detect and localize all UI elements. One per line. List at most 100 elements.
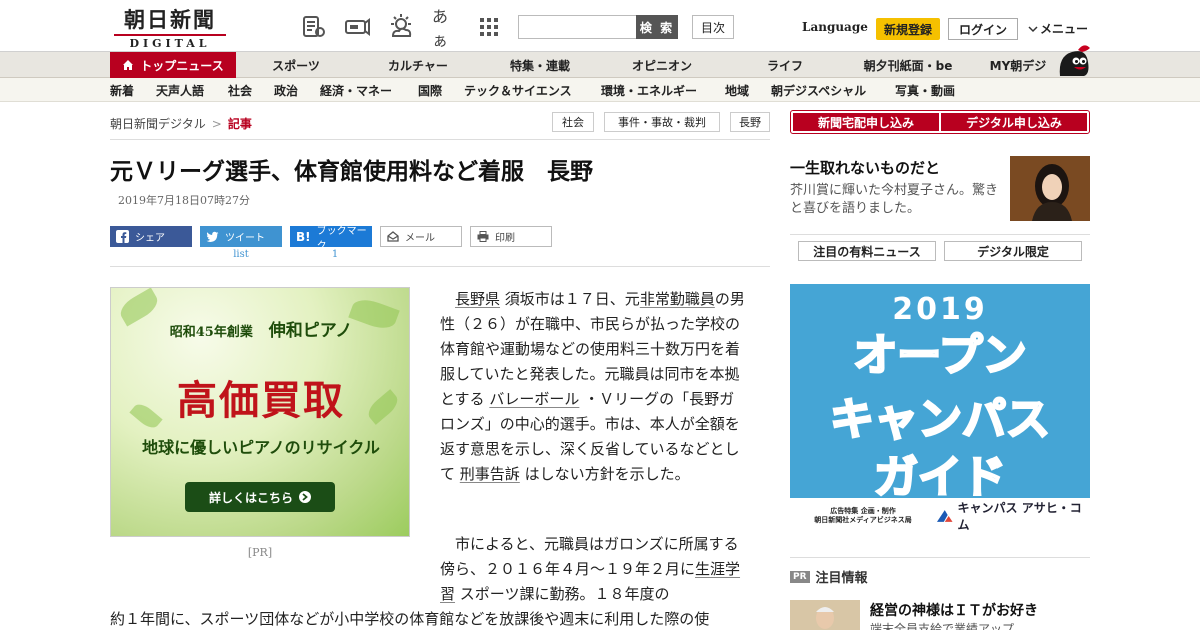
feature-photo[interactable]	[1010, 156, 1090, 221]
site-logo[interactable]: 朝日新聞 DIGITAL	[110, 8, 230, 50]
nav-top-news-label: トップニュース	[140, 58, 224, 73]
search-input[interactable]	[518, 15, 636, 39]
attention-subtitle[interactable]: 端末全員支給で業績アップ	[870, 620, 1014, 630]
attention-header: PR 注目情報	[790, 567, 868, 586]
chevron-down-icon	[1028, 25, 1038, 32]
font-size-icon[interactable]: あぁ	[432, 7, 458, 50]
nav2-economy[interactable]: 経済・マネー	[320, 78, 392, 102]
mascot-icon	[1059, 45, 1090, 76]
attention-title[interactable]: 経営の神様はＩＴがお好き	[870, 600, 1038, 620]
language-link[interactable]: Language	[802, 20, 868, 34]
ad-details-button[interactable]: 詳しくはこちら	[185, 482, 335, 512]
subscribe-buttons: 新聞宅配申し込み デジタル申し込み	[790, 110, 1090, 134]
twitter-count[interactable]: list	[200, 249, 282, 260]
hatena-count[interactable]: 1	[294, 249, 376, 260]
paid-news-tab[interactable]: 注目の有料ニュース	[798, 241, 936, 261]
grid-menu-icon[interactable]	[476, 14, 502, 40]
ad-brand: 伸和ピアノ	[268, 321, 353, 341]
nav2-international[interactable]: 国際	[418, 78, 442, 102]
breadcrumb-current: 記事	[227, 117, 252, 131]
feature-text[interactable]: 芥川賞に輝いた今村夏子さん。驚きと喜びを語りました。	[790, 182, 1002, 218]
nav2-special[interactable]: 朝デジスペシャル	[771, 78, 866, 102]
feature-title[interactable]: 一生取れないものだと	[790, 157, 940, 178]
ad-pr-label: [PR]	[247, 546, 273, 559]
twitter-share-label: ツイート	[225, 233, 265, 244]
print-button[interactable]: 印刷	[470, 226, 552, 247]
attention-photo[interactable]	[790, 600, 860, 630]
ad-details-label: 詳しくはこちら	[208, 490, 293, 505]
nav-features[interactable]: 特集・連載	[490, 52, 590, 78]
ad2-credit-line2: 朝日新聞社メディアビジネス局	[814, 516, 912, 524]
ad2-footer: 広告特集 企画・制作 朝日新聞社メディアビジネス局 キャンパス アサヒ・コム	[790, 498, 1090, 534]
keyword-link-volleyball[interactable]: バレーボール	[489, 390, 579, 408]
ad2-line3: ガイド	[874, 452, 1006, 502]
attention-divider	[790, 557, 1090, 558]
search-button[interactable]: 検 索	[636, 15, 678, 39]
nav2-environment[interactable]: 環境・エネルギー	[601, 78, 697, 102]
menu-label: メニュー	[1040, 22, 1089, 36]
nav2-photo[interactable]: 写真・動画	[895, 78, 955, 102]
tag-nagano[interactable]: 長野	[730, 112, 770, 132]
ad2-line1: オープン	[853, 330, 1026, 381]
megaphone-icon[interactable]	[344, 14, 370, 40]
print-label: 印刷	[495, 233, 515, 244]
pr-badge: PR	[790, 570, 810, 583]
news-paper-icon[interactable]	[300, 14, 326, 40]
keyword-link-staff[interactable]: 非常勤職員	[640, 290, 715, 308]
login-button[interactable]: ログイン	[948, 18, 1018, 40]
menu-button[interactable]: メニュー	[1028, 20, 1088, 37]
article-date: 2019年7月18日07時27分	[118, 194, 250, 207]
nav2-latest[interactable]: 新着	[110, 78, 134, 102]
ad-established: 昭和45年創業	[169, 325, 253, 340]
nav-life[interactable]: ライフ	[735, 52, 835, 78]
ad-tagline: 地球に優しいピアノのリサイクル	[142, 438, 380, 457]
nav-opinion[interactable]: オピニオン	[612, 52, 712, 78]
ad2-line2: キャンパス	[830, 394, 1050, 445]
nav2-tensei[interactable]: 天声人語	[156, 78, 204, 102]
ad2-brand: キャンパス アサヒ・コム	[936, 499, 1090, 533]
facebook-share-button[interactable]: シェア	[110, 226, 192, 247]
breadcrumb-divider	[110, 139, 770, 140]
hatena-bookmark-button[interactable]: B! ブックマーク	[290, 226, 372, 252]
nav-top-news[interactable]: トップニュース	[110, 52, 236, 78]
keyword-link-criminal-complaint[interactable]: 刑事告訴	[460, 465, 520, 483]
feature-divider	[790, 234, 1090, 235]
tag-society[interactable]: 社会	[552, 112, 594, 132]
campus-guide-ad-banner[interactable]: 2019 オープン キャンパス ガイド 広告特集 企画・制作 朝日新聞社メディア…	[790, 284, 1090, 534]
index-button[interactable]: 目次	[692, 15, 734, 39]
body-text: スポーツ課に勤務。１８年度の	[459, 585, 670, 603]
mail-icon	[387, 231, 399, 242]
body-text: 市によると、元職員はガロンズに所属する傍ら、２０１６年４月～１９年２月に	[440, 535, 739, 578]
weather-icon[interactable]	[388, 14, 414, 40]
nav-culture[interactable]: カルチャー	[368, 52, 468, 78]
body-text: 須坂市は１７日、元	[504, 290, 640, 308]
nav2-politics[interactable]: 政治	[274, 78, 298, 102]
attention-image	[790, 600, 860, 630]
nav2-tech[interactable]: テック＆サイエンス	[464, 78, 572, 102]
signup-button[interactable]: 新規登録	[876, 18, 940, 40]
article-body-continued: 約１年間に、スポーツ団体などが小中学校の体育館などを放課後や週末に利用した際の使	[110, 610, 710, 628]
nav-my-asadigi[interactable]: MY朝デジ	[980, 52, 1056, 78]
paper-delivery-button[interactable]: 新聞宅配申し込み	[793, 113, 939, 131]
portrait-image	[1010, 156, 1090, 221]
digital-limited-tab[interactable]: デジタル限定	[944, 241, 1082, 261]
nav-sports[interactable]: スポーツ	[246, 52, 346, 78]
nav-paper[interactable]: 朝夕刊紙面・be	[850, 52, 966, 78]
primary-nav: トップニュース スポーツ カルチャー 特集・連載 オピニオン ライフ 朝夕刊紙面…	[0, 52, 1200, 78]
nav2-society[interactable]: 社会	[228, 78, 252, 102]
nav2-region[interactable]: 地域	[725, 78, 749, 102]
facebook-share-label: シェア	[135, 233, 165, 244]
article-body-paragraph-2: 市によると、元職員はガロンズに所属する傍ら、２０１６年４月～１９年２月に生涯学習…	[440, 532, 746, 607]
twitter-share-button[interactable]: ツイート	[200, 226, 282, 247]
keyword-link-nagano[interactable]: 長野県	[455, 290, 500, 308]
piano-ad-banner[interactable]: 昭和45年創業 伸和ピアノ 高価買取 地球に優しいピアノのリサイクル 詳しくはこ…	[110, 287, 410, 537]
breadcrumb-home[interactable]: 朝日新聞デジタル	[110, 115, 206, 132]
share-divider	[110, 266, 770, 267]
digital-subscribe-button[interactable]: デジタル申し込み	[941, 113, 1087, 131]
mail-share-button[interactable]: メール	[380, 226, 462, 247]
breadcrumb: 朝日新聞デジタル > 記事	[110, 115, 252, 132]
font-size-glyph: あぁ	[432, 7, 449, 50]
tag-incidents[interactable]: 事件・事故・裁判	[604, 112, 720, 132]
hatena-icon: B!	[296, 229, 311, 244]
ad2-brand-name: キャンパス アサヒ・コム	[957, 501, 1082, 532]
